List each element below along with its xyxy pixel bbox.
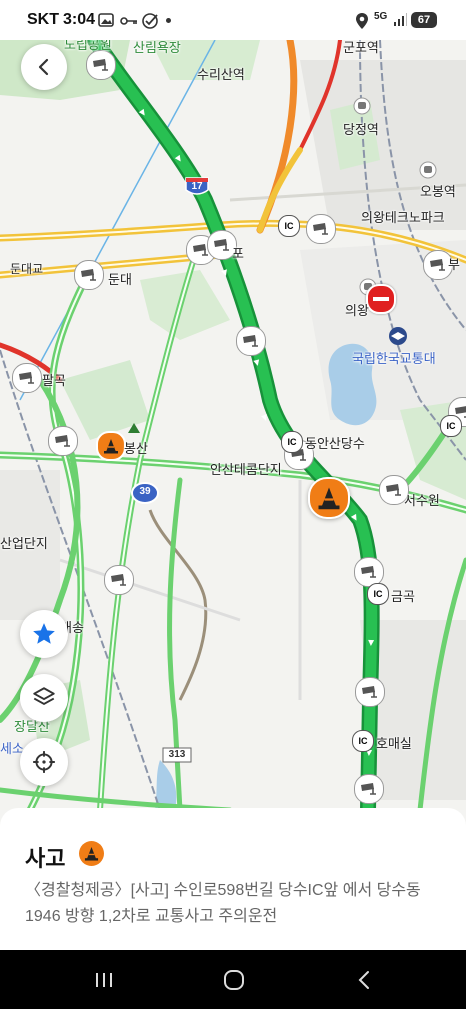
notification-dot-icon [166,18,171,23]
accident-cone-icon[interactable] [96,431,126,461]
system-back-button[interactable] [324,950,404,1009]
map-label: 당정역 [343,122,379,137]
ic-badge: IC [367,583,389,605]
network-type-label: 5G [374,11,388,22]
battery-level: 67 [417,14,431,26]
subway-station-icon [419,161,437,179]
back-button[interactable] [21,44,67,90]
map-label: 국립한국교통대 [352,351,436,366]
clock: 3:04 [63,11,96,28]
signal-icon [393,13,407,32]
location-icon [355,12,369,35]
cctv-icon[interactable] [236,326,266,356]
route-39-label: 39 [139,486,151,497]
ic-badge: IC [440,415,462,437]
map-label: 도립공원 [64,40,112,52]
carrier-label: SKT [27,11,59,28]
map-label: 산림욕장 [133,40,181,55]
incident-title: 사고 [25,846,66,871]
map-label: 동안산당수 [305,436,365,451]
incident-info-panel[interactable]: 사고 〈경찰청제공〉[사고] 수인로598번길 당수IC앞 에서 당수동1946… [0,808,466,950]
cctv-icon[interactable] [306,214,336,244]
university-icon [389,327,407,345]
crosshair-icon [33,751,55,773]
system-nav-bar [0,950,466,1009]
map-label: 금곡 [391,589,415,604]
key-icon [120,14,138,32]
cctv-icon[interactable] [354,774,384,804]
selected-accident-cone-icon[interactable] [308,477,350,519]
cctv-icon[interactable] [86,50,116,80]
current-location-button[interactable] [20,738,68,786]
ic-badge: IC [281,431,303,453]
cctv-icon[interactable] [104,565,134,595]
map-label: 의왕테크노파크 [361,210,445,225]
map-label: 봉산 [124,441,148,456]
map-label: 산업단지 [0,536,48,551]
battery-icon: 67 [411,12,437,28]
incident-description: 〈경찰청제공〉[사고] 수인로598번길 당수IC앞 에서 당수동1946 방향… [25,882,421,925]
chevron-left-icon [38,58,49,76]
cctv-icon[interactable] [48,426,78,456]
recent-apps-button[interactable] [64,950,144,1009]
gallery-icon [98,13,114,32]
ic-badge: IC [278,215,300,237]
map-label: 둔대교 [10,262,44,276]
map-label: 둔대 [108,272,132,287]
map-label: 안산테콤단지 [210,462,282,477]
map-label: 포 [232,246,244,261]
check-circle-icon [141,12,159,35]
cctv-icon[interactable] [74,260,104,290]
map-label: 오봉역 [420,184,456,199]
map-label: 부 [448,257,460,272]
recent-apps-icon [96,972,112,987]
layers-button[interactable] [20,674,68,722]
route-313-label: 313 [168,749,186,760]
map-label: 팔곡 [42,373,66,388]
star-icon [33,623,55,644]
map-label: 의왕 [345,303,369,318]
subway-station-icon [353,97,371,115]
accident-cone-icon [79,841,104,866]
cctv-icon[interactable] [12,363,42,393]
map-label: 호매실 [376,736,412,751]
home-icon [224,969,244,990]
map-label: 군포역 [343,40,379,55]
no-entry-icon[interactable] [366,284,396,314]
route-17-label: 17 [191,181,203,192]
traffic-map[interactable]: IC IC IC IC IC 17 39 313 도립공원 산림욕장 수리산역 … [0,40,466,810]
layers-icon [33,687,55,705]
cctv-icon[interactable] [355,677,385,707]
map-label: 수리산역 [197,67,245,82]
home-button[interactable] [194,950,274,1009]
favorite-button[interactable] [20,610,68,658]
map-label: 서수원 [404,493,440,508]
ic-badge: IC [352,730,374,752]
status-bar: SKT 3:04 5G 67 [0,0,466,40]
back-arrow-icon [358,970,369,989]
